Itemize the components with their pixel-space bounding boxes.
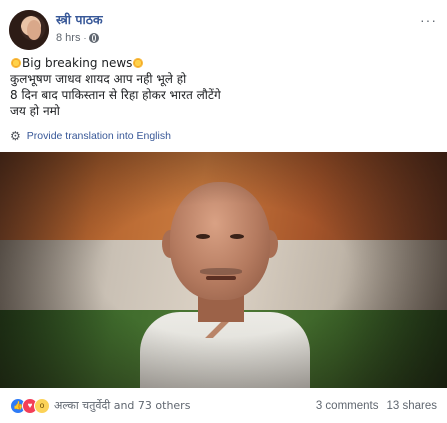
comments-count[interactable]: 3 comments xyxy=(316,400,379,412)
post-footer: 👍 ♥ o अल्का चतुर्वेदी and 73 others 3 co… xyxy=(0,388,447,423)
sun-icon xyxy=(133,58,144,68)
post-meta: 8 hrs · xyxy=(56,31,100,45)
reactions-text[interactable]: अल्का चतुर्वेदी and 73 others xyxy=(54,398,190,413)
translate-label[interactable]: Provide translation into English xyxy=(27,130,171,142)
shares-count[interactable]: 13 shares xyxy=(386,400,437,412)
globe-icon[interactable] xyxy=(89,33,100,43)
translate-link[interactable]: ⚙ Provide translation into English xyxy=(10,129,171,143)
post-text-line-3: 8 दिन बाद पाकिस्तान से रिहा होकर भारत लौ… xyxy=(10,88,221,102)
avatar-hair xyxy=(9,10,49,50)
wow-icon[interactable]: o xyxy=(34,397,50,414)
post-text-line-4: जय हो नमो xyxy=(10,104,60,118)
reactions-summary[interactable]: 👍 ♥ o अल्का चतुर्वेदी and 73 others xyxy=(10,397,190,414)
avatar[interactable] xyxy=(9,10,49,50)
engagement-counts: 3 comments 13 shares xyxy=(316,400,437,412)
reaction-icons[interactable]: 👍 ♥ o xyxy=(10,397,50,414)
gear-icon: ⚙ xyxy=(10,129,21,143)
sun-icon xyxy=(11,58,21,68)
post-text-line-1: Big breaking news xyxy=(10,55,440,71)
post-text: Big breaking news कुलभूषण जाधव शायद आप न… xyxy=(10,55,440,119)
post-text-line-2: कुलभूषण जाधव शायद आप नही भूले हो xyxy=(10,72,187,86)
author-name[interactable]: स्त्री पाठक xyxy=(56,11,103,28)
breaking-news-text: Big breaking news xyxy=(22,56,133,70)
more-options-icon[interactable]: ··· xyxy=(420,12,437,28)
meta-separator: · xyxy=(83,33,87,43)
photo-vignette xyxy=(0,152,447,388)
facebook-post: स्त्री पाठक 8 hrs · ··· Big breaking new… xyxy=(0,0,447,423)
post-photo[interactable] xyxy=(0,152,447,388)
post-time[interactable]: 8 hrs xyxy=(56,32,80,44)
